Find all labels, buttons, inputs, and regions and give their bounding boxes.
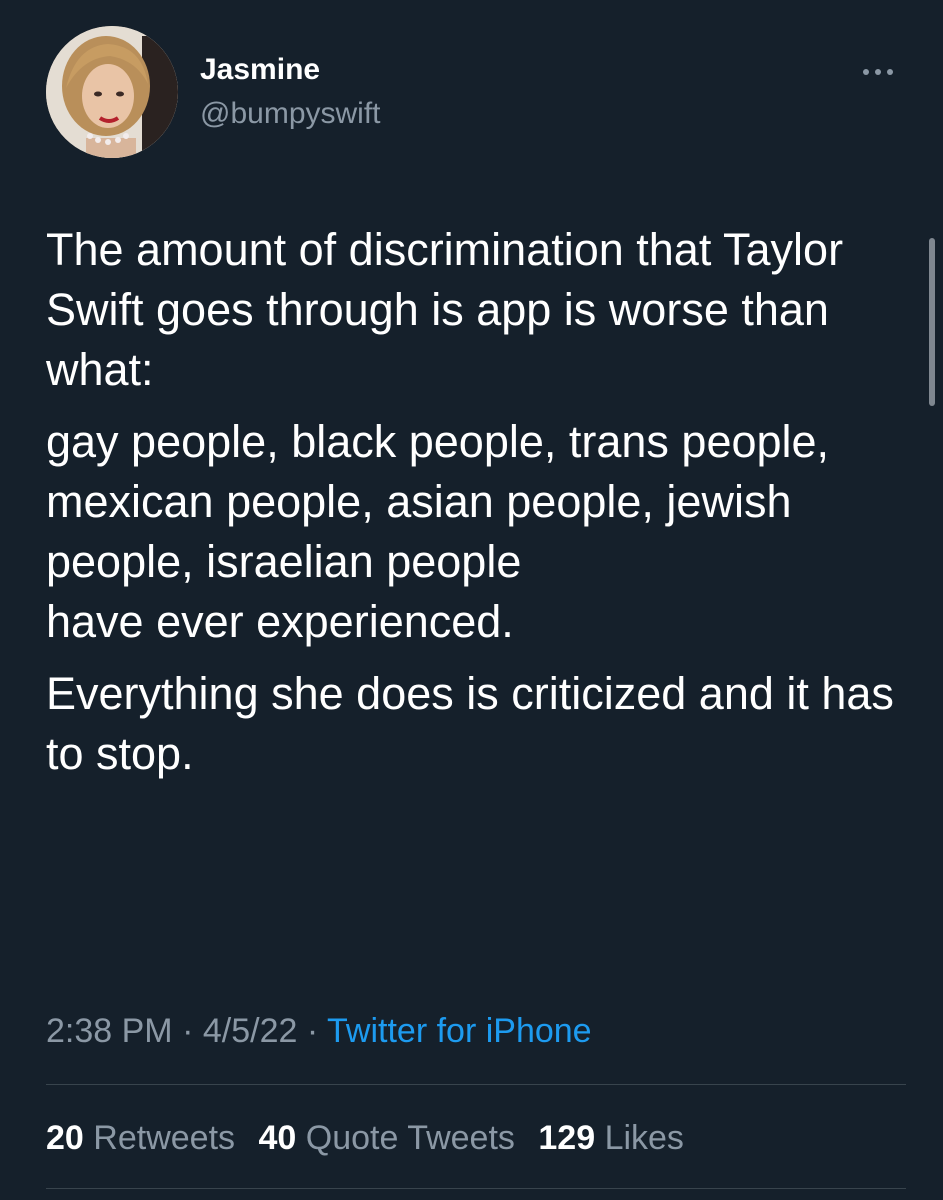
avatar[interactable] (46, 26, 178, 158)
likes-stat[interactable]: 129 Likes (538, 1119, 684, 1157)
tweet-card: Jasmine @bumpyswift The amount of discri… (0, 0, 943, 1200)
meta-separator: · (182, 1012, 194, 1050)
profile-photo-icon (46, 26, 178, 158)
divider (46, 1084, 906, 1085)
author-handle[interactable]: @bumpyswift (200, 94, 381, 134)
tweet-source-link[interactable]: Twitter for iPhone (327, 1012, 592, 1050)
likes-count: 129 (538, 1119, 596, 1157)
retweets-label: Retweets (93, 1119, 236, 1157)
retweets-count: 20 (46, 1119, 84, 1157)
tweet-time[interactable]: 2:38 PM (46, 1012, 173, 1050)
meta-separator: · (306, 1012, 319, 1050)
likes-label: Likes (604, 1119, 684, 1157)
quote-tweets-count: 40 (258, 1119, 297, 1157)
tweet-meta: 2:38 PM · 4/5/22 · Twitter for iPhone (46, 1006, 592, 1056)
author-names: Jasmine @bumpyswift (200, 50, 381, 134)
tweet-text: The amount of discrimination that Taylor… (46, 220, 906, 784)
tweet-paragraph: gay people, black people, trans people, … (46, 416, 830, 647)
more-options-button[interactable] (858, 60, 898, 84)
author-display-name[interactable]: Jasmine (200, 50, 381, 90)
divider (46, 1188, 906, 1189)
retweets-stat[interactable]: 20 Retweets (46, 1119, 235, 1157)
quote-tweets-stat[interactable]: 40 Quote Tweets (258, 1119, 514, 1157)
tweet-date[interactable]: 4/5/22 (203, 1012, 298, 1050)
scrollbar[interactable] (929, 238, 935, 406)
tweet-paragraph: The amount of discrimination that Taylor… (46, 224, 844, 395)
tweet-stats: 20 Retweets 40 Quote Tweets 129 Likes (46, 1113, 698, 1163)
tweet-paragraph: Everything she does is criticized and it… (46, 668, 894, 779)
ellipsis-icon (863, 69, 893, 75)
tweet-header: Jasmine @bumpyswift (46, 26, 906, 161)
quote-tweets-label: Quote Tweets (305, 1119, 515, 1157)
